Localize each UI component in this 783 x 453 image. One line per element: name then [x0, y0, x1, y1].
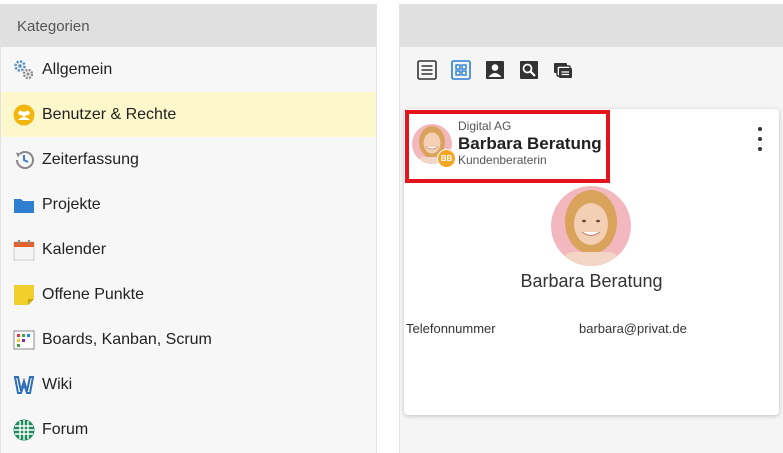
content-panel: BB Digital AG Barbara Beratung Kundenber… — [399, 4, 783, 453]
email-link[interactable]: barbara@privat.de — [579, 321, 687, 336]
category-header: Kategorien — [1, 5, 376, 47]
initials-badge: BB — [437, 149, 456, 168]
person-view-icon[interactable] — [484, 59, 506, 81]
wiki-icon — [13, 374, 35, 396]
search-icon[interactable] — [518, 59, 540, 81]
category-item-forum[interactable]: Forum — [1, 407, 376, 452]
category-item-benutzer-rechte[interactable]: Benutzer & Rechte — [1, 92, 376, 137]
category-label: Wiki — [42, 375, 73, 393]
card-header: BB Digital AG Barbara Beratung Kundenber… — [405, 110, 610, 183]
contact-display-name: Barbara Beratung — [520, 271, 663, 291]
forum-icon — [13, 419, 35, 441]
calendar-icon — [13, 239, 35, 261]
category-item-boards[interactable]: Boards, Kanban, Scrum — [1, 317, 376, 362]
card-header-text: Digital AG Barbara Beratung Kundenberate… — [458, 120, 602, 167]
clock-history-icon — [13, 149, 35, 171]
avatar-photo — [551, 186, 631, 266]
folder-icon — [13, 194, 35, 216]
category-item-kalender[interactable]: Kalender — [1, 227, 376, 272]
grid-view-icon[interactable] — [450, 59, 472, 81]
category-item-zeiterfassung[interactable]: Zeiterfassung — [1, 137, 376, 182]
view-toolbar — [400, 47, 783, 93]
category-label: Zeiterfassung — [42, 150, 139, 168]
avatar: BB — [412, 124, 456, 168]
company-name: Digital AG — [458, 119, 512, 134]
users-icon — [13, 104, 35, 126]
board-icon — [13, 329, 35, 351]
category-label: Boards, Kanban, Scrum — [42, 330, 212, 348]
avatar-large — [551, 186, 631, 266]
category-item-wiki[interactable]: Wiki — [1, 362, 376, 407]
contact-name: Barbara Beratung — [458, 133, 602, 153]
category-item-offene-punkte[interactable]: Offene Punkte — [1, 272, 376, 317]
category-label: Kalender — [42, 240, 107, 258]
sticky-note-icon — [13, 284, 35, 306]
phone-label: Telefonnummer — [406, 321, 496, 336]
list-view-icon[interactable] — [416, 59, 438, 81]
gears-icon — [13, 59, 35, 81]
category-label: Benutzer & Rechte — [42, 105, 177, 123]
category-item-projekte[interactable]: Projekte — [1, 182, 376, 227]
category-label: Projekte — [42, 195, 101, 213]
category-item-allgemein[interactable]: Allgemein — [1, 47, 376, 92]
category-label: Allgemein — [42, 60, 113, 78]
category-label: Forum — [42, 420, 89, 438]
content-header — [400, 5, 783, 47]
category-panel: Kategorien Allgemein Benutzer & Rechte Z… — [0, 4, 377, 453]
category-label: Offene Punkte — [42, 285, 144, 303]
contact-role: Kundenberaterin — [458, 153, 547, 168]
cards-view-icon[interactable] — [552, 59, 574, 81]
more-options-icon[interactable] — [755, 127, 765, 151]
contact-card[interactable]: BB Digital AG Barbara Beratung Kundenber… — [404, 109, 779, 415]
